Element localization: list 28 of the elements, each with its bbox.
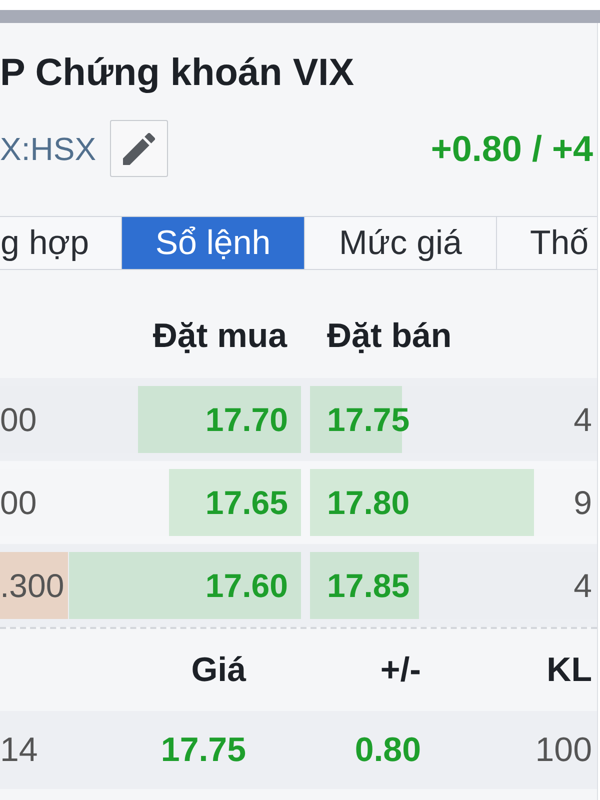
bid-volume: .300 xyxy=(0,552,68,619)
bid-price: 17.70 xyxy=(205,400,288,438)
exchange-code: X:HSX xyxy=(0,130,96,168)
price-change: +0.80 / +4 xyxy=(430,126,593,170)
ask-price: 17.80 xyxy=(327,484,410,522)
trade-price: 17.75 xyxy=(160,730,246,770)
ask-volume: 4 xyxy=(574,400,592,438)
bid-price: 17.65 xyxy=(205,484,288,522)
pencil-icon xyxy=(123,132,156,164)
tab[interactable]: g hợp xyxy=(0,217,122,269)
column-header: KL xyxy=(546,650,592,690)
column-header: Đặt bán xyxy=(327,316,452,356)
ask-volume: 4 xyxy=(574,566,592,604)
bid-volume: 00 xyxy=(0,400,37,440)
bid-price: 17.60 xyxy=(205,566,288,604)
trade-change: 0.80 xyxy=(354,730,421,770)
ask-price: 17.85 xyxy=(327,566,410,604)
ask-price: 17.75 xyxy=(327,400,410,438)
bid-volume: 00 xyxy=(0,483,37,523)
trade-time: 14 xyxy=(0,730,39,770)
stock-title: P Chứng khoán VIX xyxy=(0,51,354,95)
trade-volume: 100 xyxy=(535,730,592,770)
column-header: Giá xyxy=(191,650,246,690)
ask-volume: 9 xyxy=(574,484,592,522)
column-header: Đặt mua xyxy=(152,316,288,356)
column-header: +/- xyxy=(380,650,421,690)
edit-button[interactable] xyxy=(110,120,168,177)
tab[interactable]: Sổ lệnh xyxy=(122,217,305,269)
